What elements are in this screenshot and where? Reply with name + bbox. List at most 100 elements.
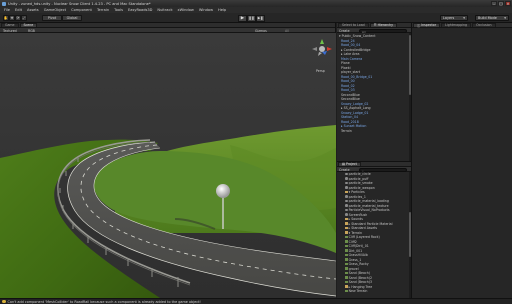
project-search-input[interactable]: ⌕ xyxy=(359,167,407,173)
menu-xwindow[interactable]: xWindow xyxy=(178,8,194,12)
inspector-tab-label: Inspector xyxy=(421,23,437,28)
project-item-label: particles_1 xyxy=(348,194,366,199)
scene-search[interactable]: All xyxy=(285,29,289,33)
persp-label: Persp xyxy=(316,69,325,73)
status-bar[interactable]: Can't add component 'MeshCollider' to Ro… xyxy=(0,298,512,304)
project-panel: ▤ Project Create ⌕ particle_circleparticl… xyxy=(337,161,412,299)
inspector-panel: ⓘ Inspector Lightmapping Occlusion xyxy=(412,22,512,298)
project-item-label: Sand (Beach) xyxy=(348,271,370,275)
texture-icon xyxy=(345,267,348,270)
scroll-thumb[interactable] xyxy=(408,35,411,95)
layout-dropdown[interactable]: Build Mode ▾ xyxy=(475,15,509,21)
menu-edit[interactable]: Edit xyxy=(15,8,22,12)
texture-icon xyxy=(345,244,348,248)
layers-label: Layers xyxy=(443,16,455,20)
step-button[interactable]: ▶❚ xyxy=(256,14,265,22)
tab-project[interactable]: ▤ Project xyxy=(338,161,361,167)
menu-help[interactable]: Help xyxy=(218,8,226,12)
scale-tool-button[interactable]: ⤢ xyxy=(21,15,27,21)
title-bar: Unity - zuned_hds.unity - Nuclear Snow C… xyxy=(0,0,512,7)
pivot-toggle[interactable]: Pivot xyxy=(42,15,62,21)
project-item-label: Cliff(Dirt)_01 xyxy=(348,244,369,248)
info-icon: ⓘ xyxy=(417,23,421,28)
project-item-label: GrassHillAlb xyxy=(348,253,368,257)
menu-tools[interactable]: Tools xyxy=(114,8,123,12)
unity-logo-icon xyxy=(2,1,6,6)
project-item-label: ▸ Sounds xyxy=(348,217,363,221)
close-button[interactable]: ✕ xyxy=(505,1,511,6)
project-tab-label: Project xyxy=(346,162,357,167)
maximize-button[interactable]: □ xyxy=(498,1,504,6)
texture-icon xyxy=(345,276,348,279)
shading-mode-dropdown[interactable]: Textured xyxy=(3,29,17,33)
hierarchy-tree: ▾ Public_Snow_Content Road_24 Road_00_04… xyxy=(337,33,411,133)
chevron-down-icon: ▾ xyxy=(504,16,506,20)
scene-viewport[interactable]: Persp xyxy=(0,33,336,298)
project-item-label: Grass_Rocky xyxy=(348,262,369,266)
render-mode-dropdown[interactable]: RGB xyxy=(28,29,35,33)
folder-icon xyxy=(345,285,348,288)
menu-component[interactable]: Component xyxy=(71,8,92,12)
project-item-label: particle_circle xyxy=(348,172,371,176)
tab-hierarchy[interactable]: ☰ Hierarchy xyxy=(369,22,397,28)
project-item-label: particle_weapon xyxy=(348,185,375,190)
folder-icon xyxy=(345,222,348,225)
scroll-thumb[interactable] xyxy=(408,212,411,257)
hierarchy-scrollbar[interactable] xyxy=(408,33,411,161)
texture-icon xyxy=(345,240,348,243)
minimize-button[interactable]: – xyxy=(491,1,497,6)
menu-nuitrack[interactable]: Nuitrack xyxy=(157,8,172,12)
window-title: Unity - zuned_hds.unity - Nuclear Snow C… xyxy=(8,1,151,6)
material-icon xyxy=(345,199,348,203)
layers-dropdown[interactable]: Layers ▾ xyxy=(440,15,468,21)
hierarchy-search-input[interactable]: ⌕ All xyxy=(359,28,407,34)
material-icon xyxy=(345,186,348,189)
texture-icon xyxy=(345,258,348,261)
menu-gameobject[interactable]: GameObject xyxy=(44,8,66,12)
material-icon xyxy=(345,213,348,216)
tab-game[interactable]: Game xyxy=(1,22,19,28)
menu-easyroads3d[interactable]: EasyRoads3D xyxy=(128,8,152,12)
folder-icon: ▤ xyxy=(342,162,346,167)
global-toggle[interactable]: Global xyxy=(62,15,82,21)
material-icon xyxy=(345,172,348,176)
orientation-gizmo[interactable] xyxy=(310,38,334,68)
hierarchy-panel: Select to Load ☰ Hierarchy Create ⌕ All ▾… xyxy=(337,22,412,161)
material-icon xyxy=(345,208,348,212)
tab-scene[interactable]: Scene xyxy=(19,22,38,28)
project-item-label: Dirt_001 xyxy=(348,248,363,253)
project-item-label: ▸ Standard Assets xyxy=(348,226,378,230)
play-button[interactable]: ▶ xyxy=(238,14,247,22)
texture-icon xyxy=(345,289,348,293)
game-tab-label: Game xyxy=(5,23,15,28)
hierarchy-tab-label: Hierarchy xyxy=(377,23,393,28)
tab-inspector[interactable]: ⓘ Inspector xyxy=(413,22,441,28)
texture-icon xyxy=(345,249,348,252)
project-item[interactable]: New Terrain xyxy=(345,289,408,294)
menu-file[interactable]: File xyxy=(4,8,10,12)
project-item-label: Sand (Beach)2 xyxy=(348,275,373,280)
gizmos-dropdown[interactable]: Gizmos xyxy=(255,29,267,33)
tab-lightmapping[interactable]: Lightmapping xyxy=(441,22,472,27)
project-create-button[interactable]: Create xyxy=(339,168,350,172)
warning-icon xyxy=(2,299,6,304)
material-icon xyxy=(345,195,348,198)
tab-select-to-load[interactable]: Select to Load xyxy=(338,22,369,27)
texture-icon xyxy=(345,262,348,266)
project-item-label: Cliff2 xyxy=(348,239,357,244)
texture-icon xyxy=(345,235,348,239)
menu-window[interactable]: Window xyxy=(199,8,213,12)
project-item-label: gravel xyxy=(348,266,359,271)
menu-assets[interactable]: Assets xyxy=(27,8,39,12)
status-message: Can't add component 'MeshCollider' to Ro… xyxy=(7,299,201,304)
project-scrollbar[interactable] xyxy=(408,172,411,299)
scene-tab-label: Scene xyxy=(23,23,34,28)
window-controls: – □ ✕ xyxy=(491,1,511,6)
material-icon xyxy=(345,181,348,185)
material-icon xyxy=(345,177,348,180)
hierarchy-create-button[interactable]: Create xyxy=(339,29,350,33)
pause-button[interactable]: ❚❚ xyxy=(247,14,256,22)
hierarchy-item[interactable]: Terrain xyxy=(339,129,408,134)
menu-terrain[interactable]: Terrain xyxy=(97,8,109,12)
tab-occlusion[interactable]: Occlusion xyxy=(472,22,496,27)
